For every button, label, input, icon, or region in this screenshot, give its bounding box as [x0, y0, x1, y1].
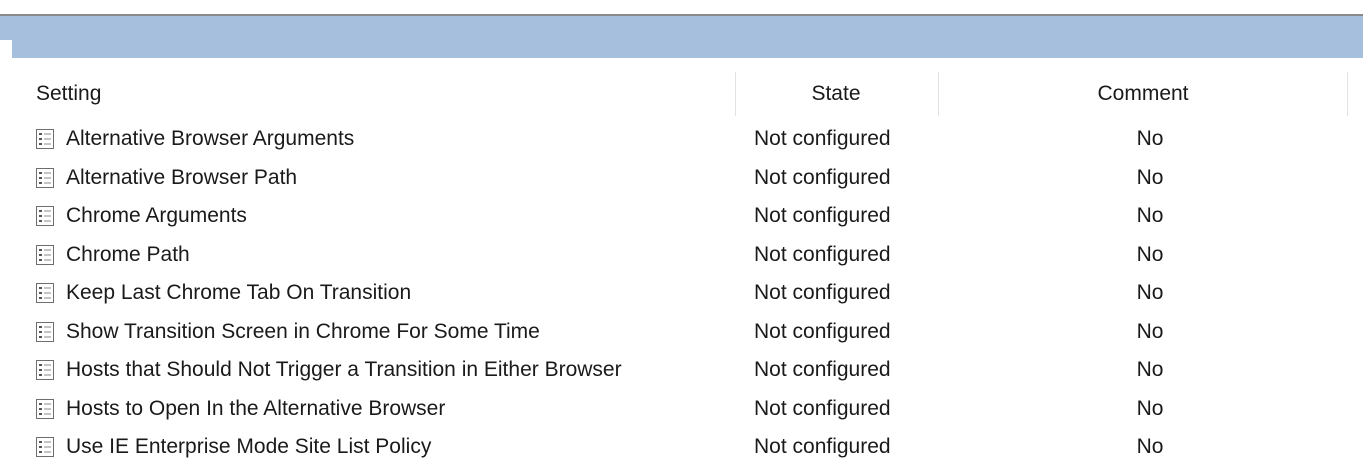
setting-state: Not configured: [754, 435, 891, 458]
table-row[interactable]: Use IE Enterprise Mode Site List Policy …: [0, 428, 1363, 463]
policy-setting-icon: [36, 437, 54, 457]
policy-setting-icon: [36, 398, 54, 419]
column-header-comment[interactable]: Comment: [940, 72, 1346, 116]
policy-setting-icon: [36, 129, 54, 149]
policy-setting-icon: [36, 360, 54, 380]
policy-editor-window: Setting State Comment Alternative Browse…: [0, 0, 1363, 463]
setting-comment: No: [1136, 204, 1164, 227]
settings-list: Setting State Comment Alternative Browse…: [0, 58, 1363, 463]
setting-comment: No: [1136, 127, 1164, 150]
table-row[interactable]: Alternative Browser Arguments Not config…: [0, 120, 1363, 159]
table-row[interactable]: Show Transition Screen in Chrome For Som…: [0, 313, 1363, 352]
column-header-setting[interactable]: Setting: [36, 72, 101, 116]
setting-name: Chrome Path: [66, 242, 190, 266]
setting-name: Alternative Browser Path: [66, 165, 298, 189]
setting-state: Not configured: [754, 281, 891, 304]
setting-name: Alternative Browser Arguments: [66, 127, 355, 150]
policy-setting-icon: [36, 244, 54, 265]
setting-state: Not configured: [754, 242, 891, 266]
setting-state: Not configured: [754, 127, 891, 150]
setting-name: Hosts to Open In the Alternative Browser: [66, 396, 446, 420]
setting-state: Not configured: [754, 204, 891, 227]
column-divider[interactable]: [1347, 72, 1348, 116]
settings-rows: Alternative Browser Arguments Not config…: [0, 120, 1363, 463]
extended-view-header-band: [0, 16, 1363, 58]
setting-name: Use IE Enterprise Mode Site List Policy: [66, 435, 432, 458]
setting-name: Chrome Arguments: [66, 204, 247, 227]
table-row[interactable]: Chrome Path Not configured No: [0, 236, 1363, 275]
policy-setting-icon: [36, 167, 54, 188]
column-header-state[interactable]: State: [736, 72, 936, 116]
setting-comment: No: [1136, 242, 1164, 266]
setting-comment: No: [1136, 165, 1164, 189]
column-divider[interactable]: [938, 72, 939, 116]
setting-state: Not configured: [754, 358, 891, 381]
table-row[interactable]: Chrome Arguments Not configured No: [0, 197, 1363, 236]
setting-comment: No: [1136, 281, 1164, 304]
setting-name: Show Transition Screen in Chrome For Som…: [66, 319, 540, 343]
policy-setting-icon: [36, 206, 54, 226]
setting-comment: No: [1136, 435, 1164, 458]
setting-state: Not configured: [754, 165, 891, 189]
setting-comment: No: [1136, 319, 1164, 343]
setting-name: Keep Last Chrome Tab On Transition: [66, 281, 412, 304]
setting-name: Hosts that Should Not Trigger a Transiti…: [66, 358, 622, 381]
policy-setting-icon: [36, 283, 54, 303]
table-row[interactable]: Hosts that Should Not Trigger a Transiti…: [0, 351, 1363, 390]
setting-state: Not configured: [754, 319, 891, 343]
table-row[interactable]: Alternative Browser Path Not configured …: [0, 159, 1363, 198]
policy-setting-icon: [36, 321, 54, 342]
table-row[interactable]: Hosts to Open In the Alternative Browser…: [0, 390, 1363, 429]
table-row[interactable]: Keep Last Chrome Tab On Transition Not c…: [0, 274, 1363, 313]
setting-comment: No: [1136, 396, 1164, 420]
toolbar-strip: [0, 0, 1363, 16]
list-header: Setting State Comment: [0, 72, 1363, 116]
setting-comment: No: [1136, 358, 1164, 381]
setting-state: Not configured: [754, 396, 891, 420]
